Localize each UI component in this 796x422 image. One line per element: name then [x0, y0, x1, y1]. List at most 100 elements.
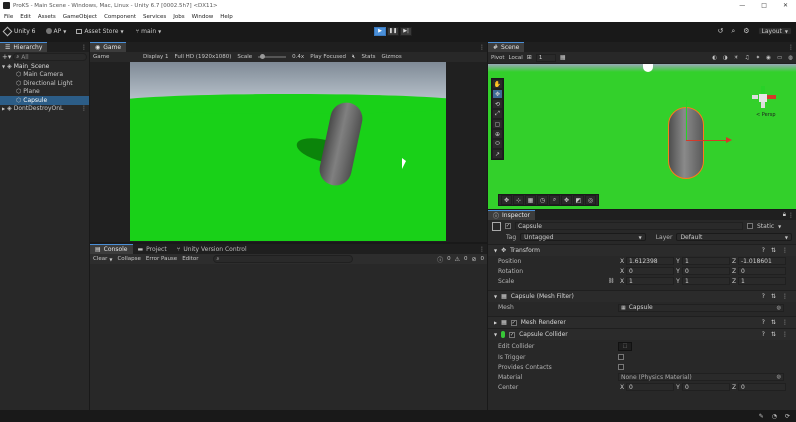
layer-dropdown[interactable]: Default ▼ — [676, 233, 792, 241]
minimize-button[interactable]: — — [739, 2, 745, 9]
mesh-object-field[interactable]: ▦ Capsule ◎ — [618, 303, 784, 312]
chevron-down-icon[interactable]: ▼ — [778, 224, 781, 229]
local-dropdown[interactable]: Local — [509, 55, 523, 61]
log-error-icon[interactable]: ⊘ — [471, 256, 476, 263]
game-viewport[interactable] — [130, 62, 446, 241]
rotation-z-field[interactable]: 0 — [738, 267, 786, 275]
editor-dropdown[interactable]: Editor — [182, 256, 198, 262]
overlay-search-icon[interactable]: ⌕ — [549, 195, 560, 205]
preset-icon[interactable]: ⇅ — [771, 247, 776, 254]
hierarchy-item-dontdestroyonload[interactable]: ▶ ◈ DontDestroyOnL ⋮ — [0, 105, 89, 114]
position-y-field[interactable]: 1 — [682, 257, 730, 265]
hierarchy-item-directional-light[interactable]: ⬡ Directional Light — [0, 79, 89, 88]
scale-tool-icon[interactable]: ⤢ — [492, 109, 503, 119]
asset-store-button[interactable]: Asset Store ▼ — [76, 28, 124, 35]
help-icon[interactable]: ? — [762, 247, 765, 254]
tab-project[interactable]: ▬ Project — [133, 244, 172, 254]
tab-game[interactable]: ◉ Game — [90, 42, 127, 52]
step-button[interactable]: ▶| — [400, 26, 412, 36]
hand-tool-icon[interactable]: ✋ — [492, 79, 503, 89]
tab-inspector[interactable]: ⓘ Inspector — [488, 210, 536, 220]
search-icon[interactable]: ⌕ — [731, 27, 735, 36]
error-pause-button[interactable]: Error Pause — [146, 256, 177, 262]
pivot-dropdown[interactable]: Pivot — [491, 55, 505, 61]
component-menu-icon[interactable]: ⋮ — [782, 247, 788, 254]
hierarchy-item-capsule[interactable]: ⬡ Capsule — [0, 96, 89, 105]
object-name-field[interactable]: Capsule — [515, 222, 743, 230]
collab-icon[interactable]: ⟳ — [785, 413, 790, 420]
draw-mode-icon[interactable]: ◐ — [712, 55, 717, 61]
mute-audio-icon[interactable]: 🔇︎ — [352, 54, 355, 61]
component-menu-icon[interactable]: ⋮ — [782, 331, 788, 338]
panel-menu-icon[interactable]: ⋮ — [479, 44, 487, 51]
play-focused-dropdown[interactable]: Play Focused — [310, 54, 346, 60]
center-y-field[interactable]: 0 — [682, 383, 730, 391]
scale-slider[interactable] — [258, 54, 287, 59]
transform-tool-icon[interactable]: ⊕ — [492, 129, 503, 139]
panel-menu-icon[interactable]: ⋮ — [788, 44, 796, 51]
snap-icon[interactable]: ▦ — [560, 54, 566, 61]
camera-settings-icon[interactable]: ▭ — [777, 55, 782, 61]
2d-toggle-icon[interactable]: ◑ — [723, 55, 728, 61]
component-menu-icon[interactable]: ⋮ — [782, 293, 788, 300]
tab-hierarchy[interactable]: ☰ Hierarchy — [0, 42, 48, 52]
rect-tool-icon[interactable]: ▢ — [492, 119, 503, 129]
scene-viewport[interactable]: < Persp — [488, 64, 796, 209]
menu-edit[interactable]: Edit — [20, 14, 31, 20]
gizmos-icon[interactable]: ◍ — [788, 55, 793, 61]
menu-window[interactable]: Window — [192, 14, 214, 20]
rotation-x-field[interactable]: 0 — [626, 267, 674, 275]
menu-file[interactable]: File — [4, 14, 13, 20]
grid-snap-icon[interactable]: ⊞ — [527, 54, 532, 61]
layout-dropdown[interactable]: Layout ▼ — [757, 27, 792, 35]
stats-button[interactable]: Stats — [361, 54, 375, 60]
tab-scene[interactable]: # Scene — [488, 42, 525, 52]
component-menu-icon[interactable]: ⋮ — [782, 319, 788, 326]
close-button[interactable]: ✕ — [783, 2, 788, 9]
scale-x-field[interactable]: 1 — [626, 277, 674, 285]
tab-version-control[interactable]: ⑂ Unity Version Control — [172, 244, 252, 254]
center-z-field[interactable]: 0 — [738, 383, 786, 391]
branch-dropdown[interactable]: ⑂ main ▼ — [136, 28, 162, 35]
hidden-objects-icon[interactable]: ◉ — [766, 55, 771, 61]
menu-help[interactable]: Help — [220, 14, 233, 20]
position-z-field[interactable]: -1.018601 — [738, 257, 786, 265]
settings-icon[interactable]: ⚙ — [743, 27, 749, 35]
physics-material-field[interactable]: None (Physics Material) ◎ — [618, 373, 784, 381]
account-dropdown[interactable]: AP ▼ — [45, 28, 66, 35]
console-search-input[interactable]: ⌕ — [213, 255, 354, 263]
overlay-pan-icon[interactable]: ✥ — [561, 195, 572, 205]
hierarchy-item-main-scene[interactable]: ▼ ◈ Main_Scene — [0, 62, 89, 71]
history-icon[interactable]: ↺ — [717, 27, 723, 35]
overlay-snap-icon[interactable]: ⊹ — [513, 195, 524, 205]
menu-services[interactable]: Services — [143, 14, 166, 20]
hierarchy-search-input[interactable]: ⌕ All — [13, 53, 87, 61]
grid-size-field[interactable]: 1 — [535, 53, 556, 62]
link-icon[interactable]: ⛓ — [608, 278, 618, 284]
menu-gameobject[interactable]: GameObject — [63, 14, 97, 20]
unity-menu[interactable]: Unity 6 — [2, 26, 36, 36]
move-tool-icon[interactable]: ✥ — [492, 89, 503, 99]
move-gizmo-x-arrow[interactable] — [686, 140, 730, 141]
play-button[interactable]: ▶ — [374, 26, 386, 36]
overlay-grid-icon[interactable]: ▦ — [525, 195, 536, 205]
scale-y-field[interactable]: 1 — [682, 277, 730, 285]
object-picker-icon[interactable]: ◎ — [777, 374, 781, 380]
move-gizmo-y-arrow[interactable] — [686, 100, 687, 140]
audio-icon[interactable]: ♫ — [745, 55, 750, 61]
overlay-rotate-icon[interactable]: ◷ — [537, 195, 548, 205]
clear-dropdown[interactable]: Clear — [93, 256, 107, 262]
capsule-collider-enabled-checkbox[interactable]: ✓ — [509, 331, 516, 338]
panel-menu-icon[interactable]: ⋮ — [479, 246, 487, 253]
progress-icon[interactable]: ◔ — [772, 413, 777, 420]
static-checkbox[interactable] — [747, 223, 753, 229]
log-warning-icon[interactable]: ⚠ — [455, 256, 460, 263]
help-icon[interactable]: ? — [762, 331, 765, 338]
panel-menu-icon[interactable]: ⋮ — [81, 105, 89, 112]
mesh-renderer-header[interactable]: ▶ ▦ ✓ Mesh Renderer ? ⇅ ⋮ — [488, 316, 796, 328]
menu-jobs[interactable]: Jobs — [173, 14, 184, 20]
menu-component[interactable]: Component — [104, 14, 136, 20]
transform-header[interactable]: ▼ ✥ Transform ? ⇅ ⋮ — [488, 244, 796, 256]
menu-assets[interactable]: Assets — [38, 14, 56, 20]
object-picker-icon[interactable]: ◎ — [777, 305, 781, 311]
